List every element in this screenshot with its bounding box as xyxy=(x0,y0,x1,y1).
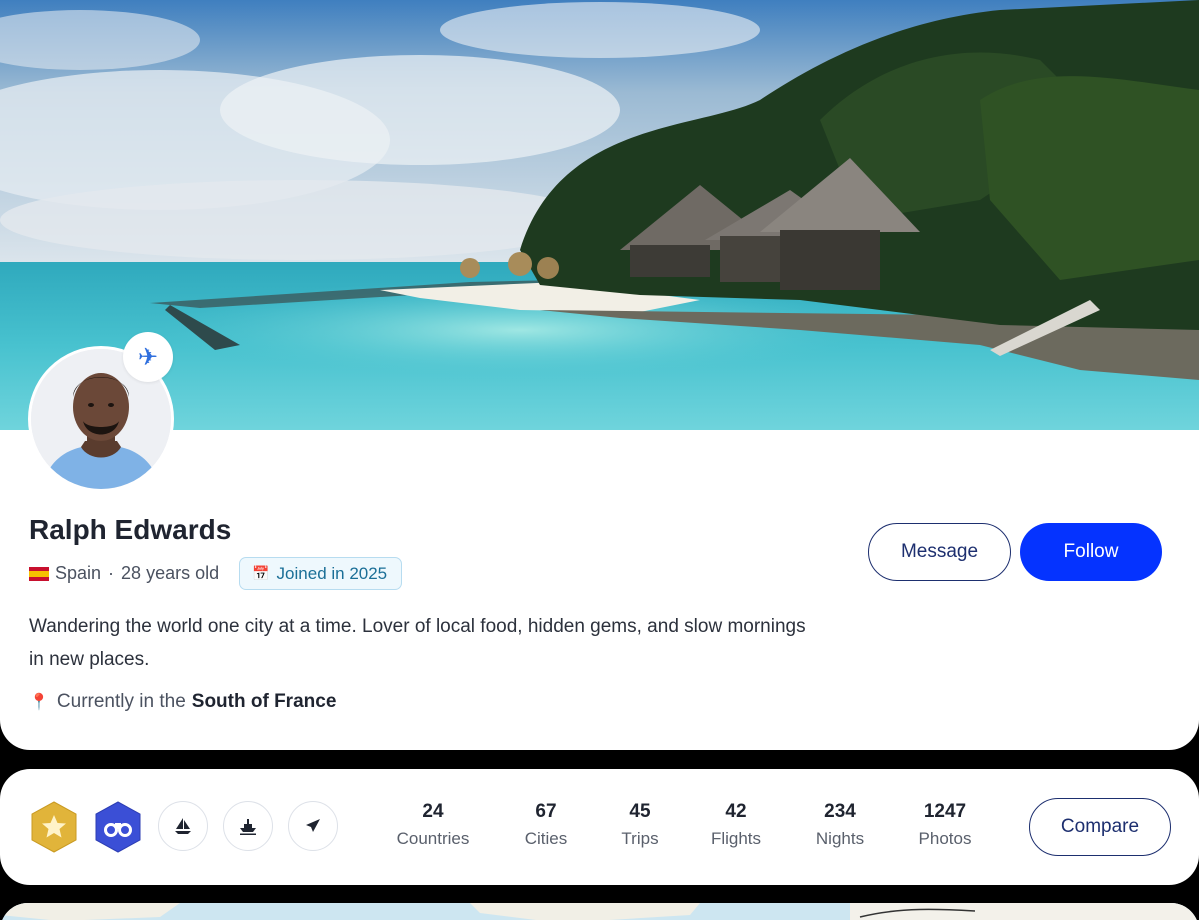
joined-badge: 📅 Joined in 2025 xyxy=(239,557,403,590)
cover-photo xyxy=(0,0,1199,430)
profile-name: Ralph Edwards xyxy=(29,514,232,545)
profile-card: ✈ Ralph Edwards Spain · 28 years old 📅 J… xyxy=(0,0,1199,750)
current-location: 📍 Currently in the South of France xyxy=(29,691,336,713)
stat-label: Trips xyxy=(621,829,659,848)
spain-flag-icon xyxy=(29,566,49,581)
stat-label: Cities xyxy=(524,829,568,848)
stat-value: 1247 xyxy=(923,801,967,822)
stat-label: Photos xyxy=(918,829,972,848)
star-badge-icon[interactable] xyxy=(30,801,78,853)
stat-value: 42 xyxy=(725,801,747,822)
stat-value: 67 xyxy=(535,801,557,822)
separator-dot: · xyxy=(108,563,115,583)
location-pin-icon: 📍 xyxy=(29,694,49,711)
stat-label: Nights xyxy=(815,829,865,848)
binoculars-badge-icon[interactable] xyxy=(94,801,142,853)
location-prefix: Currently in the xyxy=(56,691,186,712)
compare-button[interactable]: Compare xyxy=(1029,798,1171,856)
stat-nights: 234 Nights xyxy=(800,800,880,852)
avatar-wrapper: ✈ xyxy=(28,332,174,492)
follow-button[interactable]: Follow xyxy=(1020,523,1162,581)
calendar-icon: 📅 xyxy=(252,565,270,581)
stat-value: 45 xyxy=(629,801,651,822)
stat-trips: 45 Trips xyxy=(600,800,680,852)
stat-value: 24 xyxy=(422,801,444,822)
map-preview[interactable] xyxy=(0,903,1199,920)
stat-label: Countries xyxy=(396,829,470,848)
airplane-icon: ✈ xyxy=(123,332,173,382)
profile-country: Spain xyxy=(55,563,102,583)
stat-label: Flights xyxy=(710,829,762,848)
stat-photos: 1247 Photos xyxy=(904,800,986,852)
stat-value: 234 xyxy=(824,801,856,822)
ship-badge-icon[interactable] xyxy=(223,801,273,851)
profile-age: 28 years old xyxy=(121,563,220,583)
stat-cities: 67 Cities xyxy=(506,800,586,852)
profile-bio: Wandering the world one city at a time. … xyxy=(29,616,806,670)
stat-countries: 24 Countries xyxy=(388,800,478,852)
profile-meta: Spain · 28 years old 📅 Joined in 2025 xyxy=(29,557,403,590)
airplane-badge-icon[interactable] xyxy=(288,801,338,851)
location-place: South of France xyxy=(191,691,337,712)
joined-label: Joined in 2025 xyxy=(276,563,388,583)
stat-flights: 42 Flights xyxy=(696,800,776,852)
message-button[interactable]: Message xyxy=(868,523,1011,581)
sailboat-badge-icon[interactable] xyxy=(158,801,208,851)
